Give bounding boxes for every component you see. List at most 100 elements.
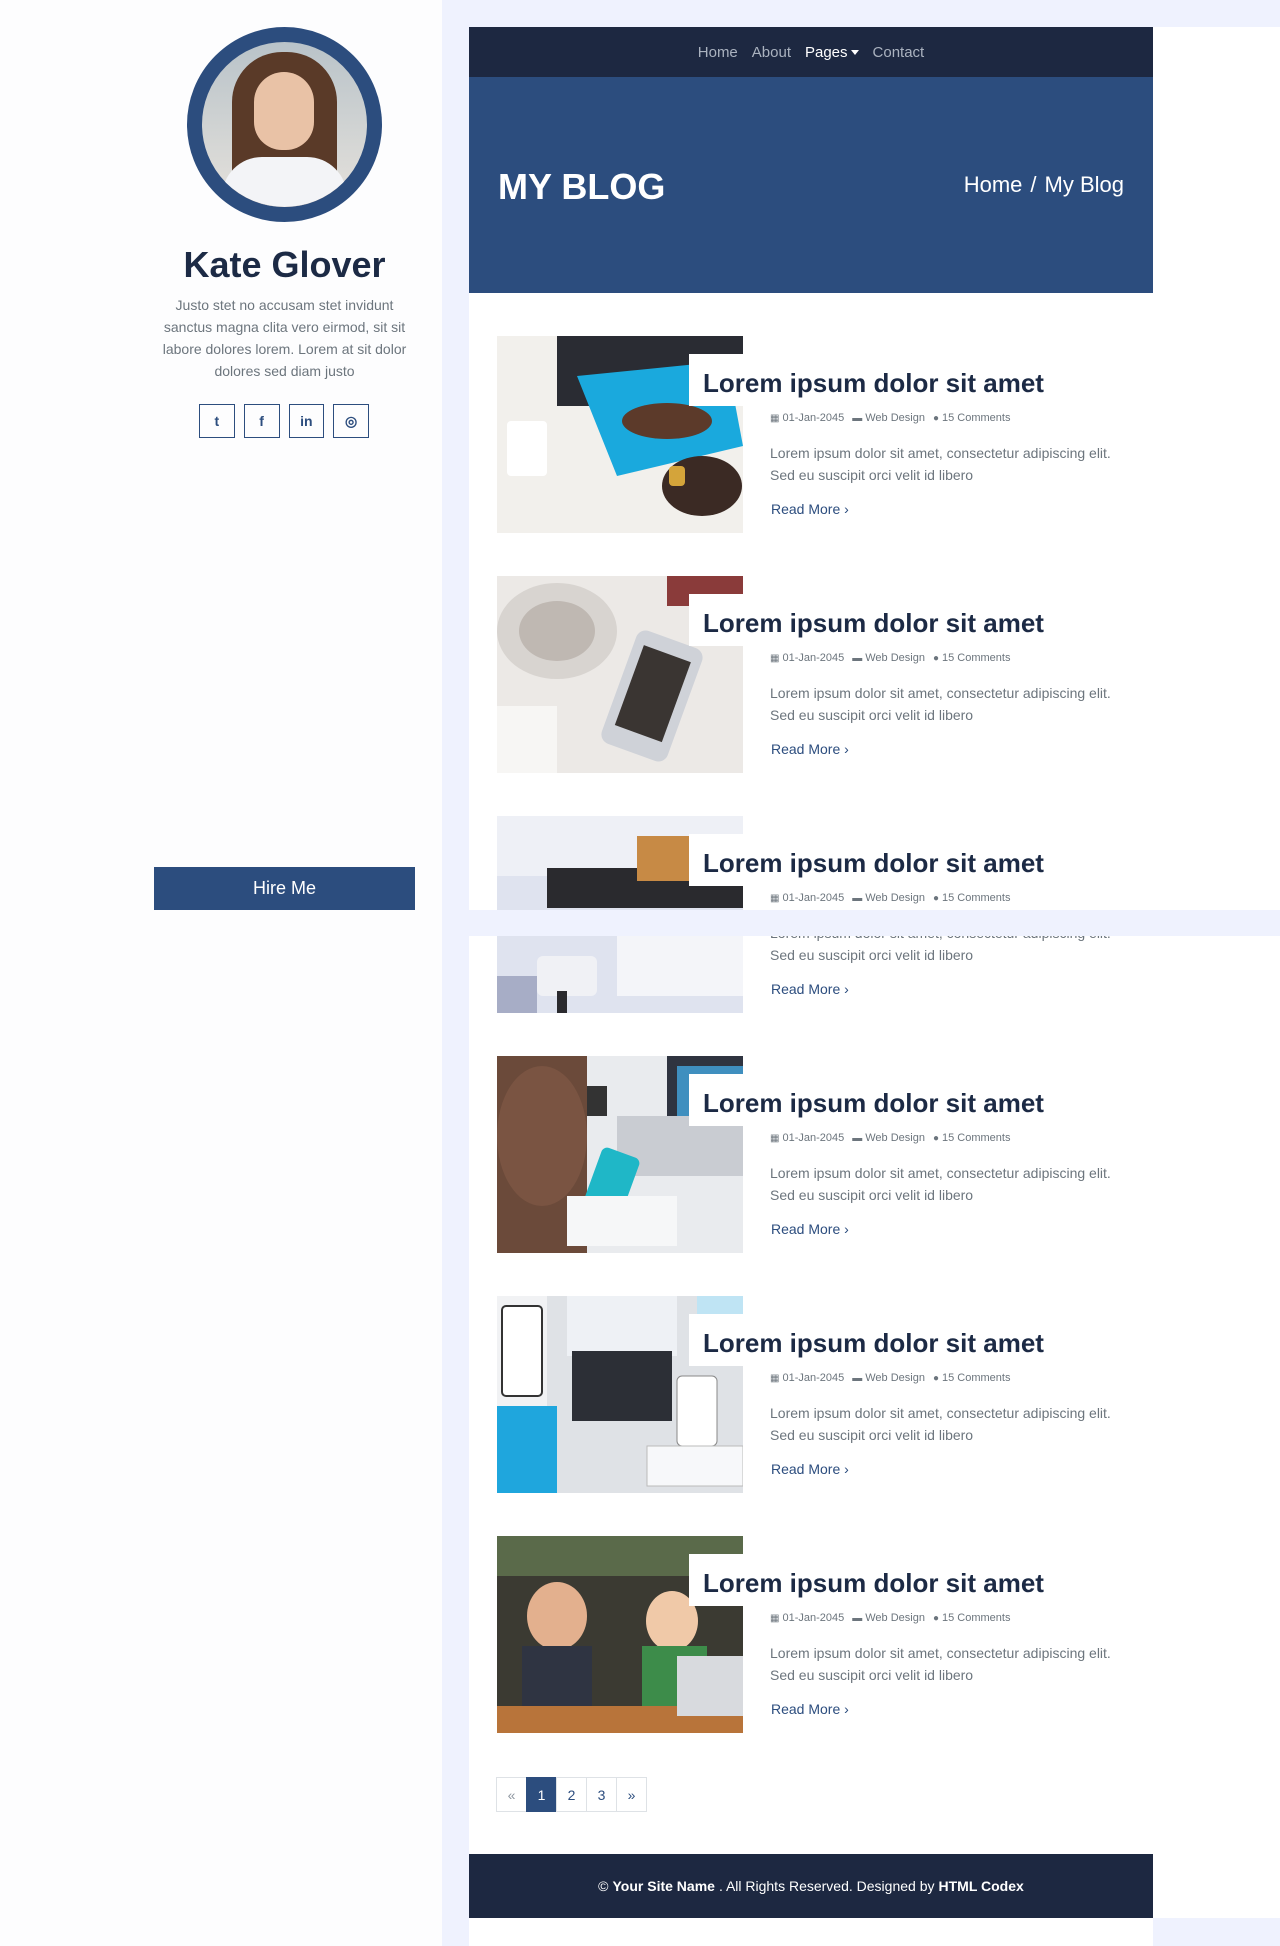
folder-icon: ▬	[852, 1372, 863, 1384]
post-meta: ▦ 01-Jan-2045 ▬ Web Design ● 15 Comments	[770, 892, 1010, 904]
post-category: Web Design	[865, 1372, 925, 1384]
folder-icon: ▬	[852, 1132, 863, 1144]
post-title[interactable]: Lorem ipsum dolor sit amet	[703, 848, 1044, 879]
blog-post: Lorem ipsum dolor sit amet ▦ 01-Jan-2045 …	[497, 1296, 1123, 1493]
chevron-down-icon	[850, 50, 859, 56]
post-category: Web Design	[865, 412, 925, 424]
blog-post: Lorem ipsum dolor sit amet ▦ 01-Jan-2045 …	[497, 576, 1123, 773]
post-date: 01-Jan-2045	[782, 412, 845, 424]
read-more-link[interactable]: Read More ›	[771, 501, 849, 517]
read-more-link[interactable]: Read More ›	[771, 981, 849, 997]
post-date: 01-Jan-2045	[782, 892, 845, 904]
calendar-icon: ▦	[770, 1612, 780, 1624]
calendar-icon: ▦	[770, 1132, 780, 1144]
blog-post: Lorem ipsum dolor sit amet ▦ 01-Jan-2045 …	[497, 1056, 1123, 1253]
page-title: MY BLOG	[498, 166, 666, 207]
profile-sidebar	[0, 0, 442, 1946]
pagination-page-2[interactable]: 2	[556, 1777, 587, 1812]
top-strip	[469, 0, 1280, 27]
post-meta: ▦ 01-Jan-2045 ▬ Web Design ● 15 Comments	[770, 652, 1010, 664]
calendar-icon: ▦	[770, 892, 780, 904]
post-date: 01-Jan-2045	[782, 1372, 845, 1384]
post-category: Web Design	[865, 1612, 925, 1624]
post-excerpt: Lorem ipsum dolor sit amet, consectetur …	[770, 685, 1111, 723]
facebook-icon[interactable]: f	[243, 404, 280, 438]
post-comments: 15 Comments	[942, 1372, 1011, 1384]
post-title[interactable]: Lorem ipsum dolor sit amet	[703, 1568, 1044, 1599]
post-excerpt: Lorem ipsum dolor sit amet, consectetur …	[770, 445, 1111, 483]
post-excerpt: Lorem ipsum dolor sit amet, consectetur …	[770, 1405, 1111, 1443]
post-meta: ▦ 01-Jan-2045 ▬ Web Design ● 15 Comments	[770, 1132, 1010, 1144]
post-date: 01-Jan-2045	[782, 1132, 845, 1144]
post-title[interactable]: Lorem ipsum dolor sit amet	[703, 1328, 1044, 1359]
read-more-link[interactable]: Read More ›	[771, 1461, 849, 1477]
comments-icon: ●	[932, 652, 939, 664]
nav-item-pages[interactable]: Pages	[805, 44, 859, 61]
comments-icon: ●	[932, 1132, 939, 1144]
calendar-icon: ▦	[770, 652, 780, 664]
social-links: t f in ◎	[199, 404, 369, 438]
post-meta: ▦ 01-Jan-2045 ▬ Web Design ● 15 Comments	[770, 1612, 1010, 1624]
post-date: 01-Jan-2045	[782, 652, 845, 664]
comments-icon: ●	[932, 1612, 939, 1624]
comments-icon: ●	[932, 892, 939, 904]
pagination-page-3[interactable]: 3	[586, 1777, 617, 1812]
linkedin-icon[interactable]: in	[288, 404, 325, 438]
post-comments: 15 Comments	[942, 892, 1011, 904]
blog-post: Lorem ipsum dolor sit amet ▦ 01-Jan-2045 …	[497, 336, 1123, 533]
post-comments: 15 Comments	[942, 1132, 1011, 1144]
page-footer: © Your Site Name. All Rights Reserved. D…	[469, 1854, 1153, 1918]
breadcrumb-home[interactable]: Home	[964, 172, 1023, 198]
breadcrumb: Home / My Blog	[964, 172, 1124, 198]
chevron-right-icon: ›	[844, 981, 849, 997]
read-more-link[interactable]: Read More ›	[771, 1701, 849, 1717]
copyright-symbol: ©	[598, 1878, 609, 1894]
post-title[interactable]: Lorem ipsum dolor sit amet	[703, 608, 1044, 639]
avatar	[187, 27, 382, 222]
blog-post: Lorem ipsum dolor sit amet ▦ 01-Jan-2045 …	[497, 1536, 1123, 1733]
chevron-right-icon: ›	[844, 1701, 849, 1717]
folder-icon: ▬	[852, 1612, 863, 1624]
instagram-icon[interactable]: ◎	[333, 404, 369, 438]
folder-icon: ▬	[852, 652, 863, 664]
read-more-link[interactable]: Read More ›	[771, 741, 849, 757]
nav-item-contact[interactable]: Contact	[873, 44, 925, 61]
chevron-right-icon: ›	[844, 501, 849, 517]
page-header: MY BLOG Home / My Blog	[469, 77, 1153, 293]
nav-item-about[interactable]: About	[752, 44, 791, 61]
twitter-icon[interactable]: t	[199, 404, 235, 438]
post-title[interactable]: Lorem ipsum dolor sit amet	[703, 368, 1044, 399]
top-navbar: Home About Pages Contact	[469, 27, 1153, 77]
designer-link[interactable]: HTML Codex	[939, 1878, 1024, 1894]
post-comments: 15 Comments	[942, 412, 1011, 424]
post-excerpt: Lorem ipsum dolor sit amet, consectetur …	[770, 1645, 1111, 1683]
post-category: Web Design	[865, 1132, 925, 1144]
pagination-next[interactable]: »	[616, 1777, 647, 1812]
pagination: « 1 2 3 »	[496, 1777, 647, 1812]
calendar-icon: ▦	[770, 412, 780, 424]
site-name-link[interactable]: Your Site Name	[613, 1878, 715, 1894]
chevron-right-icon: ›	[844, 741, 849, 757]
post-category: Web Design	[865, 892, 925, 904]
pagination-prev[interactable]: «	[496, 1777, 527, 1812]
hire-me-button[interactable]: Hire Me	[154, 867, 415, 910]
nav-item-home[interactable]: Home	[698, 44, 738, 61]
pagination-page-1[interactable]: 1	[526, 1777, 557, 1812]
read-more-link[interactable]: Read More ›	[771, 1221, 849, 1237]
post-meta: ▦ 01-Jan-2045 ▬ Web Design ● 15 Comments	[770, 412, 1010, 424]
calendar-icon: ▦	[770, 1372, 780, 1384]
post-comments: 15 Comments	[942, 652, 1011, 664]
gutter	[442, 0, 469, 1946]
folder-icon: ▬	[852, 412, 863, 424]
comments-icon: ●	[932, 1372, 939, 1384]
post-excerpt: Lorem ipsum dolor sit amet, consectetur …	[770, 1165, 1111, 1203]
post-meta: ▦ 01-Jan-2045 ▬ Web Design ● 15 Comments	[770, 1372, 1010, 1384]
chevron-right-icon: ›	[844, 1461, 849, 1477]
post-date: 01-Jan-2045	[782, 1612, 845, 1624]
comments-icon: ●	[932, 412, 939, 424]
scroll-seam	[469, 910, 1280, 936]
post-comments: 15 Comments	[942, 1612, 1011, 1624]
post-title[interactable]: Lorem ipsum dolor sit amet	[703, 1088, 1044, 1119]
breadcrumb-separator: /	[1030, 172, 1037, 197]
chevron-right-icon: ›	[844, 1221, 849, 1237]
